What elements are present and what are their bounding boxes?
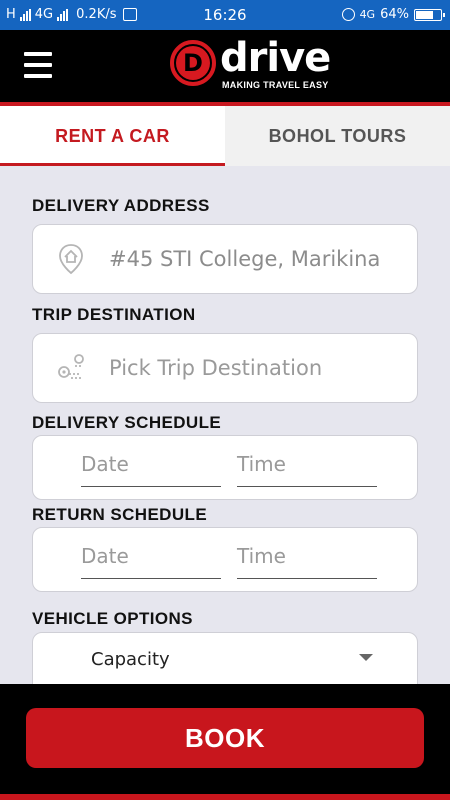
logo-letter: D <box>176 46 210 80</box>
delivery-schedule-label: DELIVERY SCHEDULE <box>32 413 222 432</box>
bottom-bar: BOOK <box>0 684 450 800</box>
battery-icon <box>414 8 445 21</box>
hamburger-menu-icon[interactable] <box>24 52 52 78</box>
logo-word: drive <box>220 35 331 81</box>
tab-bar: RENT A CAR BOHOL TOURS <box>0 106 450 166</box>
return-schedule-field: Date Time <box>32 527 418 592</box>
dropdown-caret-icon <box>359 654 373 661</box>
vehicle-capacity-select[interactable]: Capacity <box>32 632 418 684</box>
alarm-icon <box>341 8 355 21</box>
tab-rent-a-car[interactable]: RENT A CAR <box>0 106 225 166</box>
vehicle-capacity-value: Capacity <box>91 649 170 670</box>
bottom-divider <box>0 794 450 800</box>
home-location-icon <box>59 244 83 275</box>
battery-percent: 64% <box>380 7 409 22</box>
delivery-address-field[interactable]: #45 STI College, Marikina <box>32 224 418 294</box>
trip-destination-label: TRIP DESTINATION <box>32 305 196 324</box>
delivery-address-value: #45 STI College, Marikina <box>109 247 381 271</box>
booking-form: DELIVERY ADDRESS #45 STI College, Mariki… <box>0 166 450 684</box>
delivery-date-input[interactable]: Date <box>81 452 221 487</box>
route-pin-icon <box>58 354 84 379</box>
tab-bohol-tours[interactable]: BOHOL TOURS <box>225 106 450 166</box>
app-header: D drive MAKING TRAVEL EASY <box>0 30 450 106</box>
delivery-time-input[interactable]: Time <box>237 452 377 487</box>
vehicle-options-label: VEHICLE OPTIONS <box>32 609 193 628</box>
book-button[interactable]: BOOK <box>26 708 424 768</box>
delivery-address-label: DELIVERY ADDRESS <box>32 196 210 215</box>
network-type-right: 4G <box>359 8 376 21</box>
return-schedule-label: RETURN SCHEDULE <box>32 505 208 524</box>
status-right: 4G 64% <box>341 7 445 22</box>
trip-destination-placeholder: Pick Trip Destination <box>109 356 323 380</box>
trip-destination-field[interactable]: Pick Trip Destination <box>32 333 418 403</box>
logo-tagline: MAKING TRAVEL EASY <box>222 80 329 90</box>
return-date-input[interactable]: Date <box>81 544 221 579</box>
delivery-schedule-field: Date Time <box>32 435 418 500</box>
logo-badge: D <box>170 40 216 86</box>
return-time-input[interactable]: Time <box>237 544 377 579</box>
status-bar: H 4G 0.2K/s 16:26 4G 64% <box>0 0 450 30</box>
